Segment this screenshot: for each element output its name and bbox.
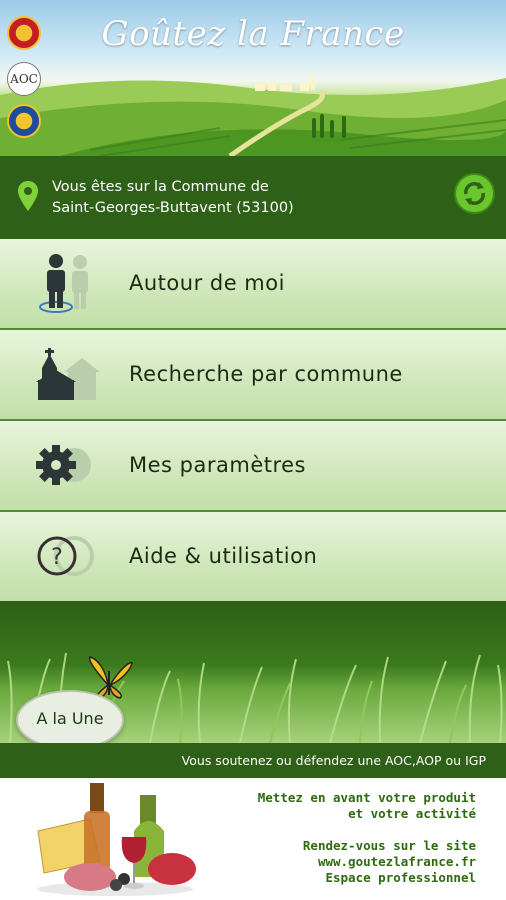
support-bar: Vous soutenez ou défendez une AOC,AOP ou… — [0, 743, 506, 778]
menu-item-mes-parametres[interactable]: Mes paramètres — [0, 421, 506, 512]
promo-line-5: Espace professionnel — [325, 870, 476, 885]
menu-item-recherche-par-commune[interactable]: Recherche par commune — [0, 330, 506, 421]
butterfly-icon — [88, 656, 133, 700]
location-bar: Vous êtes sur la Commune de Saint-George… — [0, 156, 506, 239]
igp-badge-icon — [7, 104, 41, 138]
location-line-2: Saint-Georges-Buttavent (53100) — [52, 200, 294, 216]
menu-item-label: Autour de moi — [129, 271, 285, 295]
refresh-location-button[interactable] — [456, 175, 493, 212]
menu-item-label: Recherche par commune — [129, 362, 403, 386]
food-products-image — [37, 783, 196, 896]
promo-line-3: Rendez-vous sur le site — [302, 838, 476, 853]
aoc-badge-text: AOC — [10, 72, 38, 86]
refresh-icon — [464, 182, 485, 205]
menu-item-label: Mes paramètres — [129, 453, 306, 477]
app-title: Goûtez la France — [101, 14, 405, 54]
person-location-icon — [39, 254, 88, 313]
gear-icon — [36, 445, 91, 485]
church-icon — [36, 348, 100, 400]
svg-text:?: ? — [51, 545, 63, 570]
promo-line-1: Mettez en avant votre produit — [257, 790, 476, 805]
header-banner: Goûtez la France — [0, 0, 506, 156]
menu-item-autour-de-moi[interactable]: Autour de moi — [0, 239, 506, 330]
menu-item-aide-utilisation[interactable]: ? Aide & utilisation — [0, 512, 506, 603]
location-line-1: Vous êtes sur la Commune de — [52, 179, 269, 195]
promo-website-link[interactable]: www.goutezlafrance.fr — [258, 854, 476, 870]
aop-badge-icon — [7, 16, 41, 50]
help-icon: ? — [37, 536, 94, 576]
a-la-une-button[interactable]: A la Une — [16, 690, 124, 750]
main-menu: Autour de moi Recherche par commune Mes … — [0, 239, 506, 603]
location-pin-icon — [18, 181, 38, 211]
menu-item-label: Aide & utilisation — [129, 544, 318, 568]
promo-line-2: et votre activité — [348, 806, 476, 821]
aoc-badge-icon: AOC — [7, 62, 41, 96]
promo-banner[interactable]: Mettez en avant votre produit et votre a… — [0, 778, 506, 900]
